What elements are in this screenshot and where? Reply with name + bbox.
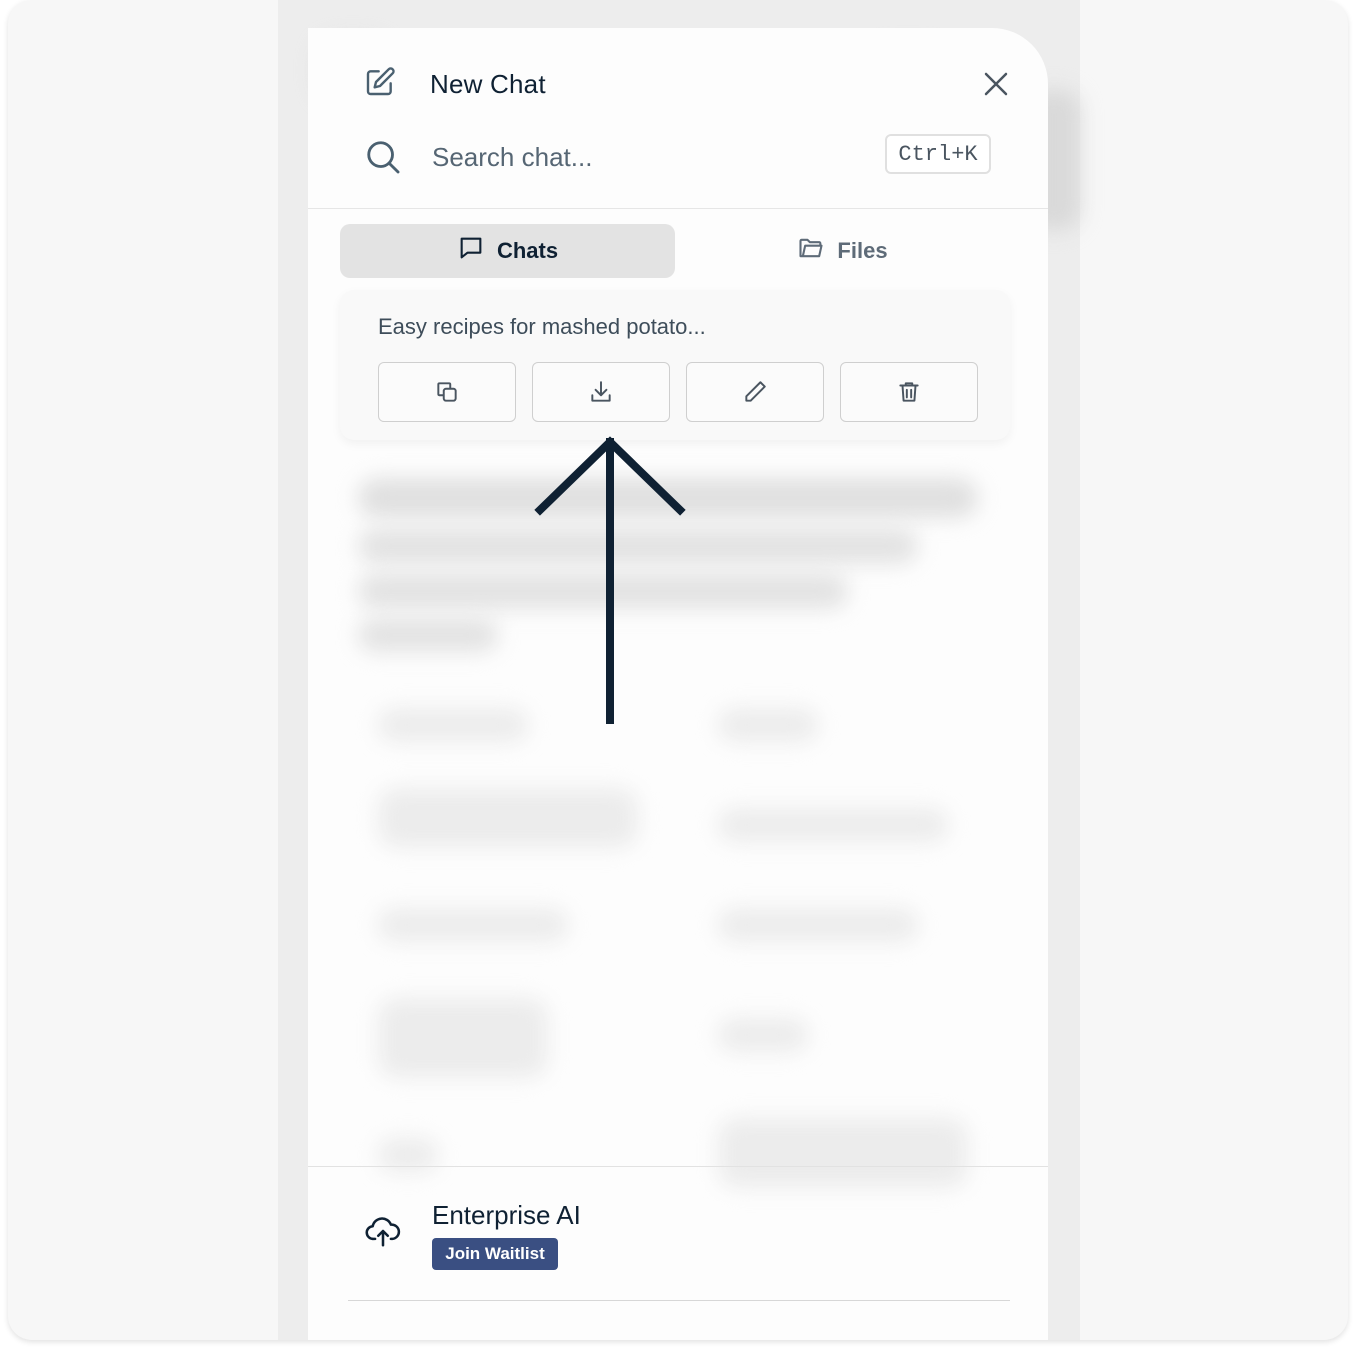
tab-files-label: Files [837,238,888,263]
folder-icon [797,234,825,268]
download-button[interactable] [532,362,670,422]
chat-bubble-icon [457,234,485,268]
tab-bar: Chats Files [340,224,1010,278]
rename-button[interactable] [686,362,824,422]
close-icon [984,72,1008,96]
shortcut-hint: Ctrl+K [885,134,991,174]
tab-files[interactable]: Files [675,224,1010,278]
download-icon [591,381,611,402]
search-icon [364,138,402,181]
chat-actions [378,362,978,422]
join-waitlist-button[interactable]: Join Waitlist [432,1238,558,1270]
enterprise-title: Enterprise AI [432,1200,581,1230]
annotation-arrow [534,436,686,724]
search-bar: Ctrl+K [364,134,994,181]
bottom-divider [348,1300,1010,1301]
tab-chats-label: Chats [496,238,559,263]
search-input[interactable] [430,134,864,180]
close-button[interactable] [976,64,1016,104]
header-divider [308,208,1048,209]
delete-button[interactable] [840,362,978,422]
new-chat-label: New Chat [430,68,546,99]
cloud-upload-icon [364,1212,402,1255]
edit-square-icon [364,66,396,103]
trash-icon [899,382,919,402]
copy-button[interactable] [378,362,516,422]
footer-divider [308,1166,1048,1167]
chat-list-item[interactable]: Easy recipes for mashed potato... [340,290,1010,440]
new-chat-button[interactable]: New Chat [364,64,546,104]
edit-icon [745,381,766,402]
copy-icon [437,382,457,402]
enterprise-promo: Enterprise AI Join Waitlist [364,1200,1004,1280]
panel-header: New Chat Ctrl+K [308,28,1048,208]
chat-title: Easy recipes for mashed potato... [378,314,706,339]
tab-chats[interactable]: Chats [340,224,675,278]
